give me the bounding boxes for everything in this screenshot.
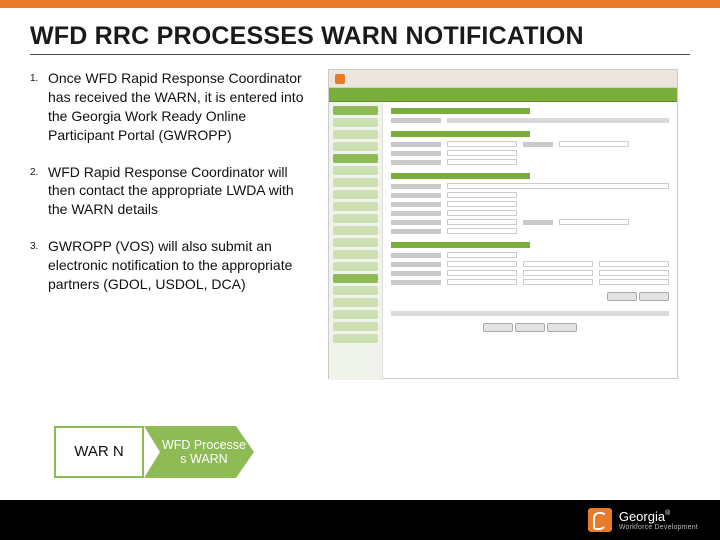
- thumb-sidebar: [329, 102, 383, 380]
- slide-body: WFD RRC PROCESSES WARN NOTIFICATION 1. O…: [0, 8, 720, 540]
- list-number: 2.: [30, 163, 48, 220]
- thumb-header: [329, 88, 677, 102]
- process-flow: WAR N WFD Processe s WARN: [54, 426, 254, 478]
- page-title: WFD RRC PROCESSES WARN NOTIFICATION: [30, 22, 690, 51]
- footer-bar: Georgia® Workforce Development: [0, 500, 720, 540]
- thumb-body: [329, 102, 677, 380]
- flow-step-label: WFD Processe s WARN: [144, 438, 254, 467]
- flow-step-label: WAR N: [74, 444, 123, 461]
- list-item: 3. GWROPP (VOS) will also submit an elec…: [30, 237, 310, 294]
- flow-step-warn: WAR N: [54, 426, 144, 478]
- left-column: 1. Once WFD Rapid Response Coordinator h…: [30, 69, 310, 379]
- thumb-topbar: [329, 70, 677, 88]
- logo-text: Georgia® Workforce Development: [619, 510, 698, 531]
- accent-bar: [0, 0, 720, 8]
- right-column: [328, 69, 690, 379]
- list-text: Once WFD Rapid Response Coordinator has …: [48, 69, 310, 145]
- screenshot-thumbnail: [328, 69, 678, 379]
- content-row: 1. Once WFD Rapid Response Coordinator h…: [30, 69, 690, 379]
- list-text: WFD Rapid Response Coordinator will then…: [48, 163, 310, 220]
- thumb-main: [383, 102, 677, 380]
- list-number: 3.: [30, 237, 48, 294]
- process-list: 1. Once WFD Rapid Response Coordinator h…: [30, 69, 310, 294]
- title-rule: [30, 54, 690, 55]
- flow-step-process: WFD Processe s WARN: [144, 426, 254, 478]
- logo-sub: Workforce Development: [619, 524, 698, 531]
- logo-name: Georgia: [619, 509, 665, 524]
- list-number: 1.: [30, 69, 48, 145]
- list-item: 1. Once WFD Rapid Response Coordinator h…: [30, 69, 310, 145]
- list-text: GWROPP (VOS) will also submit an electro…: [48, 237, 310, 294]
- list-item: 2. WFD Rapid Response Coordinator will t…: [30, 163, 310, 220]
- peach-icon: [588, 508, 612, 532]
- georgia-logo: Georgia® Workforce Development: [588, 508, 698, 532]
